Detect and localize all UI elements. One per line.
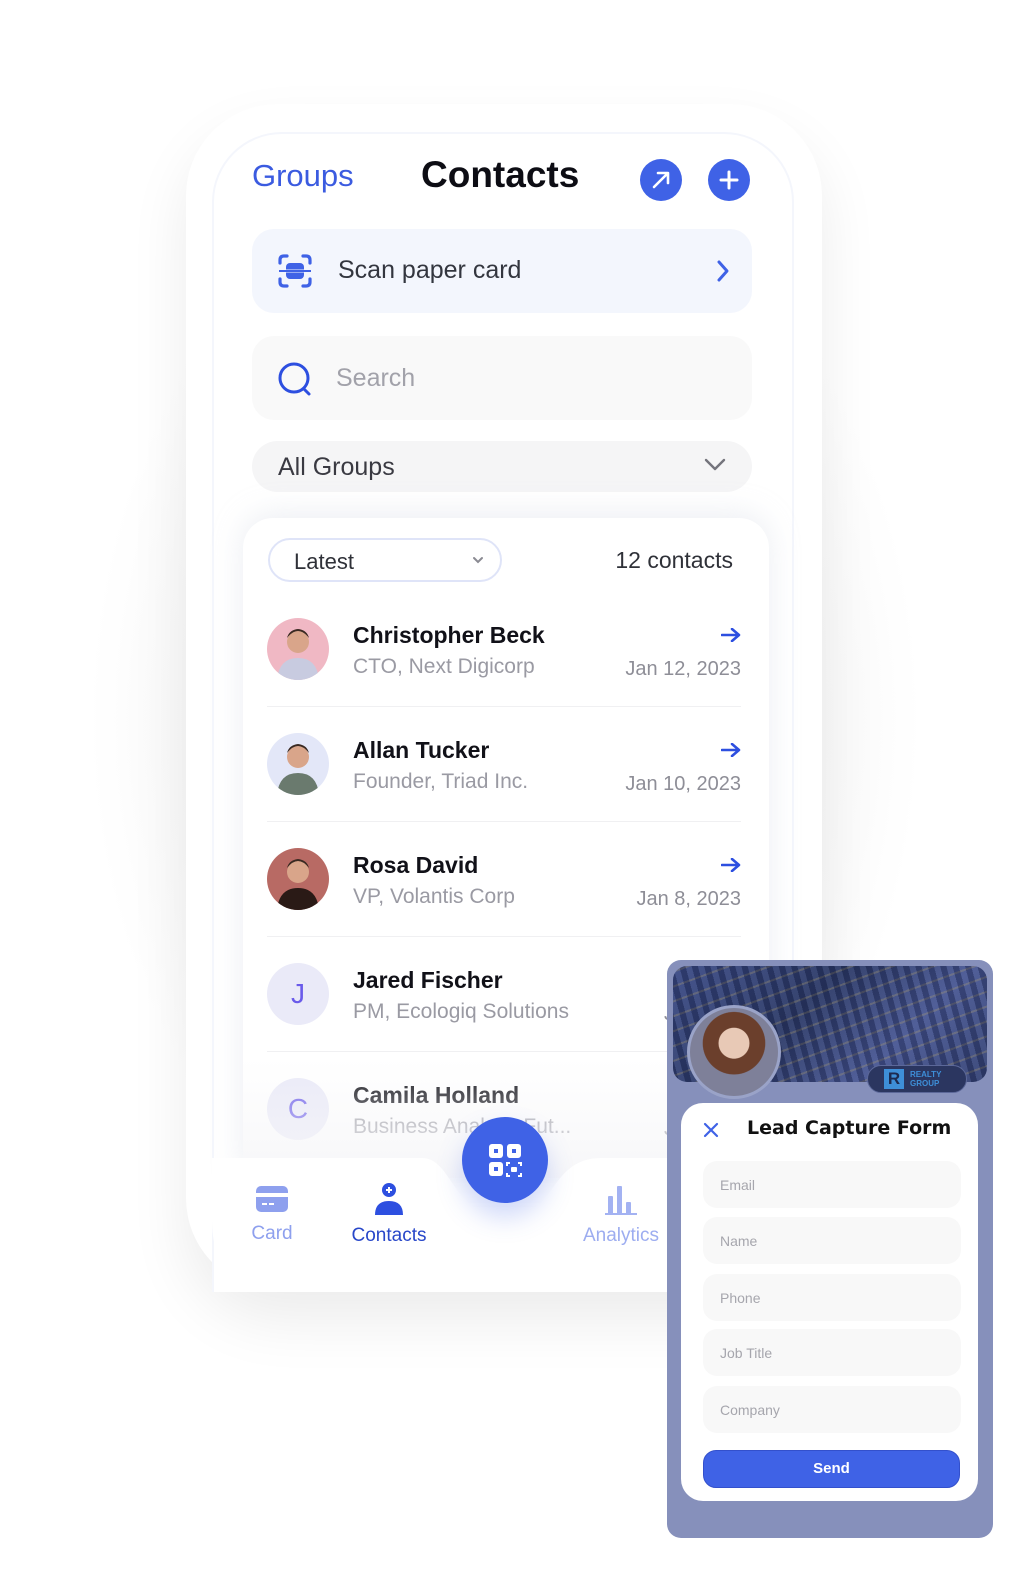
contact-row[interactable]: Allan Tucker Founder, Triad Inc. Jan 10, 2…: [267, 733, 741, 848]
person-photo-icon: [277, 744, 319, 795]
person-photo-icon: [277, 629, 319, 680]
group-filter-dropdown[interactable]: All Groups: [252, 441, 752, 492]
company-field[interactable]: [703, 1386, 961, 1433]
chevron-down-icon: [704, 458, 726, 471]
contact-date: Jan 8, 2023: [636, 888, 741, 910]
avatar: J: [267, 963, 329, 1025]
send-button[interactable]: Send: [703, 1450, 960, 1488]
groups-link[interactable]: Groups: [252, 158, 354, 194]
contact-title: Founder, Triad Inc.: [353, 770, 529, 793]
contact-date: Jan 10, 2023: [625, 773, 741, 795]
sort-dropdown[interactable]: Latest: [268, 538, 502, 582]
contact-title: CTO, Next Digicorp: [353, 655, 535, 678]
tab-analytics-label: Analytics: [582, 1225, 660, 1246]
card-icon: [256, 1186, 288, 1212]
company-logo-text: REALTY GROUP: [910, 1070, 941, 1088]
company-logo: R REALTY GROUP: [867, 1065, 967, 1093]
job-title-field[interactable]: [703, 1329, 961, 1376]
contact-title: PM, Ecologiq Solutions: [353, 1000, 569, 1023]
arrow-right-icon[interactable]: [721, 743, 741, 757]
analytics-icon: [605, 1186, 637, 1215]
scan-paper-card-label: Scan paper card: [338, 256, 522, 284]
avatar-initial: J: [291, 978, 305, 1009]
divider: [267, 936, 741, 937]
plus-icon: [719, 170, 739, 190]
search-icon: [278, 362, 311, 396]
group-filter-value: All Groups: [278, 453, 395, 481]
scan-paper-card-button[interactable]: Scan paper card: [252, 229, 752, 313]
qr-scan-icon: [489, 1144, 522, 1177]
arrow-up-right-icon: [652, 171, 670, 189]
contact-title: VP, Volantis Corp: [353, 885, 515, 908]
sort-value: Latest: [294, 549, 354, 574]
tab-analytics[interactable]: Analytics: [578, 1184, 664, 1247]
divider: [267, 706, 741, 707]
avatar: [267, 848, 329, 910]
company-logo-mark: R: [884, 1069, 904, 1089]
contact-date: Jan 12, 2023: [625, 658, 741, 680]
avatar: [267, 733, 329, 795]
arrow-right-icon[interactable]: [721, 628, 741, 642]
arrow-right-icon[interactable]: [721, 858, 741, 872]
chevron-right-icon: [717, 260, 729, 282]
phone-field[interactable]: [703, 1274, 961, 1321]
scan-icon: [278, 254, 312, 288]
tab-card[interactable]: Card: [244, 1184, 300, 1245]
lead-capture-card: R REALTY GROUP Lead Capture Form Send: [667, 960, 993, 1538]
tab-contacts-label: Contacts: [351, 1225, 427, 1246]
lead-capture-form: Lead Capture Form Send: [681, 1103, 978, 1501]
contacts-icon: [375, 1183, 403, 1215]
person-photo-icon: [277, 859, 319, 910]
contact-name: Christopher Beck: [353, 622, 545, 648]
search-input[interactable]: [336, 358, 716, 398]
email-field[interactable]: [703, 1161, 961, 1208]
qr-scan-button[interactable]: [462, 1117, 548, 1203]
chevron-down-icon: [473, 557, 483, 564]
company-logo-line2: GROUP: [910, 1079, 940, 1088]
page-title: Contacts: [421, 154, 580, 195]
tab-contacts[interactable]: Contacts: [344, 1182, 434, 1247]
contact-name: Jared Fischer: [353, 967, 503, 993]
share-button[interactable]: [640, 159, 682, 201]
tab-bar: Card Contacts Analytics: [212, 1158, 672, 1290]
avatar: [267, 618, 329, 680]
contact-row[interactable]: Christopher Beck CTO, Next Digicorp Jan 12…: [267, 618, 741, 733]
contacts-count: 12 contacts: [615, 547, 733, 573]
close-icon[interactable]: [703, 1122, 719, 1138]
contact-name: Allan Tucker: [353, 737, 490, 763]
divider: [267, 821, 741, 822]
contact-row[interactable]: Rosa David VP, Volantis Corp Jan 8, 2023: [267, 848, 741, 963]
search-box: [252, 336, 752, 420]
form-title: Lead Capture Form: [747, 1117, 952, 1139]
contact-name: Rosa David: [353, 852, 479, 878]
profile-photo: [687, 1005, 781, 1099]
tab-card-label: Card: [251, 1223, 293, 1244]
name-field[interactable]: [703, 1217, 961, 1264]
company-logo-line1: REALTY: [910, 1070, 942, 1079]
add-contact-button[interactable]: [708, 159, 750, 201]
